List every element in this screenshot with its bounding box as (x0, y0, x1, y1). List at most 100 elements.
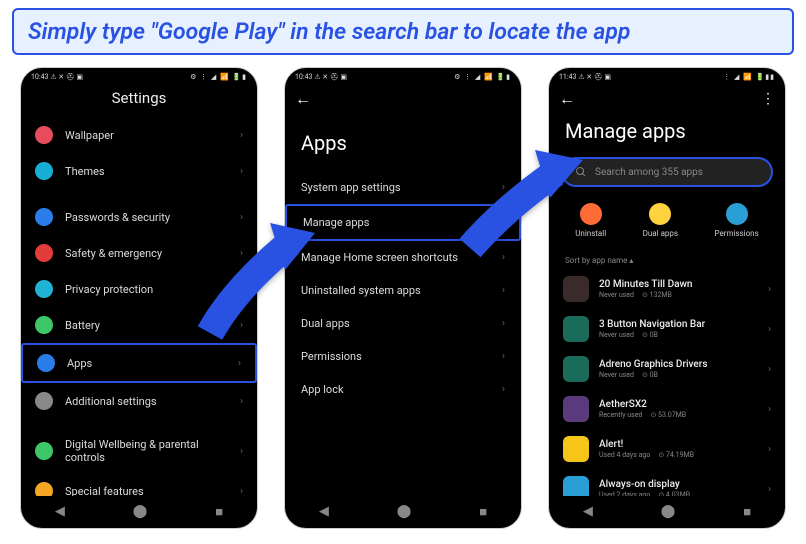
app-meta: Never used⊙ 0B (599, 331, 768, 339)
nav-home[interactable]: ⬤ (133, 504, 148, 520)
sort-label[interactable]: Sort by app name ▴ (549, 252, 785, 269)
menu-row-dual-apps[interactable]: Dual apps› (285, 307, 521, 340)
chevron-right-icon: › (768, 324, 771, 335)
app-row[interactable]: Always-on displayUsed 2 days ago⊙ 4.03MB… (549, 469, 785, 496)
nav-bar: ◀ ⬤ ■ (285, 496, 521, 528)
row-label: Passwords & security (65, 211, 170, 224)
nav-recent[interactable]: ■ (479, 504, 487, 520)
app-name: 20 Minutes Till Dawn (599, 279, 768, 290)
nav-home[interactable]: ⬤ (397, 504, 412, 520)
nav-back[interactable]: ◀ (583, 504, 593, 520)
chevron-right-icon: › (240, 320, 243, 331)
menu-row-manage-apps[interactable]: Manage apps › (285, 204, 521, 241)
settings-row-passwords-security[interactable]: Passwords & security› (21, 199, 257, 235)
settings-row-special-features[interactable]: Special features› (21, 473, 257, 496)
app-icon (563, 396, 589, 422)
row-icon (35, 162, 53, 180)
row-label: Safety & emergency (65, 247, 162, 260)
nav-home[interactable]: ⬤ (661, 504, 676, 520)
chevron-right-icon: › (502, 318, 505, 329)
row-label: Manage apps (303, 216, 369, 229)
app-row[interactable]: 3 Button Navigation BarNever used⊙ 0B› (549, 309, 785, 349)
status-bar: 11:43 ⚠ ✕ ⛑ ▣ ⋮ ◢ 📶 🔋▮▮ (549, 68, 785, 83)
back-button[interactable]: ← (559, 89, 575, 109)
row-icon (35, 126, 53, 144)
app-row[interactable]: Alert!Used 4 days ago⊙ 74.19MB› (549, 429, 785, 469)
row-label: Wallpaper (65, 129, 114, 142)
app-meta: Used 4 days ago⊙ 74.19MB (599, 451, 768, 459)
row-label: Special features (65, 485, 144, 497)
settings-row-digital-wellbeing-parental-controls[interactable]: Digital Wellbeing & parental controls› (21, 429, 257, 473)
status-time: 10:43 ⚠ ✕ ⛑ ▣ (295, 73, 347, 81)
menu-dots[interactable]: ⋮ (761, 91, 775, 107)
row-label: App lock (301, 383, 344, 396)
app-info: 3 Button Navigation BarNever used⊙ 0B (599, 319, 768, 339)
settings-row-wallpaper[interactable]: Wallpaper › (21, 117, 257, 153)
action-permissions[interactable]: Permissions (715, 203, 759, 238)
settings-row-additional-settings[interactable]: Additional settings› (21, 383, 257, 419)
action-uninstall[interactable]: Uninstall (575, 203, 606, 238)
status-time: 11:43 ⚠ ✕ ⛑ ▣ (559, 73, 611, 81)
nav-back[interactable]: ◀ (319, 504, 329, 520)
menu-row-system-app-settings[interactable]: System app settings› (285, 171, 521, 204)
row-label: Privacy protection (65, 283, 153, 296)
settings-row-battery[interactable]: Battery› (21, 307, 257, 343)
menu-row-manage-home-screen-shortcuts[interactable]: Manage Home screen shortcuts › (285, 241, 521, 274)
app-icon (563, 476, 589, 496)
row-icon (35, 442, 53, 460)
action-icon (649, 203, 671, 225)
app-name: Alert! (599, 439, 768, 450)
header: ← (285, 83, 521, 115)
chevron-right-icon: › (502, 384, 505, 395)
app-row[interactable]: Adreno Graphics DriversNever used⊙ 0B› (549, 349, 785, 389)
search-bar[interactable]: Search among 355 apps (561, 157, 773, 187)
phone-row: 10:43 ⚠ ✕ ⛑ ▣ ⚙ ⋮ ◢ 📶 🔋▮ Settings Wallpa… (0, 63, 806, 533)
app-row[interactable]: AetherSX2Recently used⊙ 53.07MB› (549, 389, 785, 429)
row-label: Digital Wellbeing & parental controls (65, 438, 240, 464)
menu-row-app-lock[interactable]: App lock › (285, 373, 521, 406)
chevron-right-icon: › (768, 404, 771, 415)
status-icons: ⋮ ◢ 📶 🔋▮▮ (723, 73, 775, 81)
app-list: 20 Minutes Till DawnNever used⊙ 132MB›3 … (549, 269, 785, 496)
menu-row-permissions[interactable]: Permissions› (285, 340, 521, 373)
action-label: Dual apps (643, 229, 678, 238)
row-icon (37, 354, 55, 372)
row-label: Themes (65, 165, 105, 178)
app-info: Always-on displayUsed 2 days ago⊙ 4.03MB (599, 479, 768, 496)
app-meta: Never used⊙ 0B (599, 371, 768, 379)
app-icon (563, 316, 589, 342)
page-title: Apps (285, 115, 521, 171)
app-info: Adreno Graphics DriversNever used⊙ 0B (599, 359, 768, 379)
app-row[interactable]: 20 Minutes Till DawnNever used⊙ 132MB› (549, 269, 785, 309)
action-label: Uninstall (575, 229, 606, 238)
chevron-right-icon: › (502, 351, 505, 362)
chevron-right-icon: › (240, 130, 243, 141)
nav-back[interactable]: ◀ (55, 504, 65, 520)
app-icon (563, 276, 589, 302)
row-label: Apps (67, 357, 92, 370)
settings-row-safety-emergency[interactable]: Safety & emergency› (21, 235, 257, 271)
app-meta: Recently used⊙ 53.07MB (599, 411, 768, 419)
action-label: Permissions (715, 229, 759, 238)
status-bar: 10:43 ⚠ ✕ ⛑ ▣ ⚙ ⋮ ◢ 📶 🔋▮ (285, 68, 521, 83)
row-label: Manage Home screen shortcuts (301, 251, 458, 264)
menu-row-uninstalled-system-apps[interactable]: Uninstalled system apps› (285, 274, 521, 307)
row-icon (35, 392, 53, 410)
row-label: System app settings (301, 181, 401, 194)
back-button[interactable]: ← (295, 89, 311, 109)
chevron-right-icon: › (500, 217, 503, 228)
phone-manage-apps: 11:43 ⚠ ✕ ⛑ ▣ ⋮ ◢ 📶 🔋▮▮ ← ⋮ Manage apps … (548, 67, 786, 529)
chevron-right-icon: › (768, 444, 771, 455)
chevron-right-icon: › (240, 284, 243, 295)
nav-recent[interactable]: ■ (743, 504, 751, 520)
action-dual-apps[interactable]: Dual apps (643, 203, 678, 238)
settings-row-apps[interactable]: Apps › (21, 343, 257, 383)
row-label: Uninstalled system apps (301, 284, 421, 297)
settings-row-themes[interactable]: Themes› (21, 153, 257, 189)
settings-row-privacy-protection[interactable]: Privacy protection › (21, 271, 257, 307)
chevron-right-icon: › (238, 358, 241, 369)
nav-recent[interactable]: ■ (215, 504, 223, 520)
chevron-right-icon: › (502, 252, 505, 263)
header: ← ⋮ (549, 83, 785, 115)
nav-bar: ◀ ⬤ ■ (21, 496, 257, 528)
